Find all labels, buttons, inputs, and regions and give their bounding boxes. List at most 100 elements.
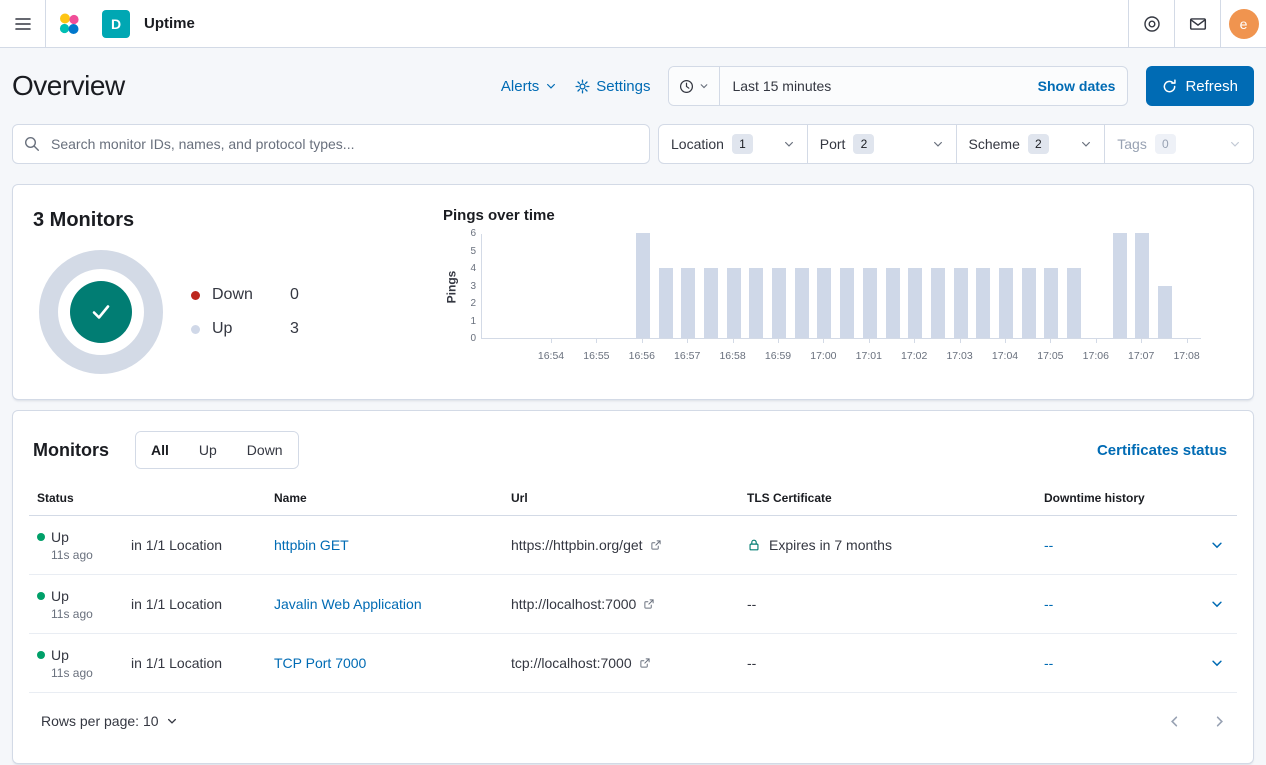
x-tick-mark — [551, 339, 552, 343]
column-downtime: Downtime history — [1036, 491, 1197, 505]
ping-bar — [1067, 268, 1081, 338]
x-tick-label: 17:03 — [940, 350, 980, 362]
status-text: Up — [51, 588, 69, 604]
downtime-text: -- — [1036, 537, 1197, 553]
ping-bar — [1044, 268, 1058, 338]
alerts-label: Alerts — [501, 78, 539, 95]
column-name: Name — [266, 491, 503, 505]
x-tick-mark — [687, 339, 688, 343]
tab-down[interactable]: Down — [232, 432, 298, 468]
x-tick-mark — [733, 339, 734, 343]
pings-chart-block: Pings over time Pings 0123456 16:5416:55… — [429, 201, 1237, 383]
settings-button[interactable]: Settings — [575, 78, 650, 95]
external-link-icon[interactable] — [639, 657, 651, 669]
show-dates-button[interactable]: Show dates — [1026, 78, 1128, 94]
user-menu-button[interactable]: e — [1220, 0, 1266, 47]
chart-y-axis: 0123456 — [459, 234, 481, 339]
x-tick-mark — [1141, 339, 1142, 343]
down-label: Down — [212, 286, 270, 304]
monitor-name-link[interactable]: TCP Port 7000 — [274, 655, 366, 671]
x-tick-mark — [642, 339, 643, 343]
status-up-dot — [37, 592, 45, 600]
expand-row-button[interactable] — [1197, 538, 1237, 552]
legend-up: Up 3 — [191, 320, 299, 338]
filter-port[interactable]: Port 2 — [808, 125, 957, 163]
quick-select-button[interactable] — [669, 67, 720, 105]
external-link-icon[interactable] — [643, 598, 655, 610]
expand-row-button[interactable] — [1197, 656, 1237, 670]
filter-location[interactable]: Location 1 — [659, 125, 808, 163]
refresh-button[interactable]: Refresh — [1146, 66, 1254, 106]
certificates-status-link[interactable]: Certificates status — [1091, 441, 1233, 460]
external-link-icon[interactable] — [650, 539, 662, 551]
monitor-url: tcp://localhost:7000 — [511, 655, 632, 671]
ping-bar — [999, 268, 1013, 338]
table-header: Status Name Url TLS Certificate Downtime… — [29, 485, 1237, 516]
tab-up[interactable]: Up — [184, 432, 232, 468]
legend-down: Down 0 — [191, 286, 299, 304]
table-footer: Rows per page: 10 — [29, 693, 1237, 749]
tls-text: -- — [747, 655, 756, 671]
ping-bar — [1135, 233, 1149, 338]
expand-row-button[interactable] — [1197, 597, 1237, 611]
down-dot — [191, 291, 200, 300]
filter-scheme[interactable]: Scheme 2 — [957, 125, 1106, 163]
column-url: Url — [503, 491, 739, 505]
x-tick-label: 17:02 — [894, 350, 934, 362]
rows-per-page-button[interactable]: Rows per page: 10 — [35, 712, 184, 730]
y-tick-label: 6 — [470, 229, 476, 239]
x-tick-mark — [1096, 339, 1097, 343]
x-tick-mark — [1187, 339, 1188, 343]
monitor-name-link[interactable]: httpbin GET — [274, 537, 349, 553]
monitor-url: https://httpbin.org/get — [511, 537, 643, 553]
all-up-check-icon — [70, 281, 132, 343]
elastic-logo-button[interactable] — [46, 0, 92, 47]
ping-bar — [1022, 268, 1036, 338]
status-legend: Down 0 Up 3 — [191, 286, 299, 338]
x-tick-label: 17:07 — [1121, 350, 1161, 362]
up-dot — [191, 325, 200, 334]
status-text: Up — [51, 529, 69, 545]
chevron-down-icon — [545, 80, 557, 92]
y-tick-label: 0 — [470, 334, 476, 344]
table-row: Up 11s ago in 1/1 Location Javalin Web A… — [29, 575, 1237, 634]
filter-tags[interactable]: Tags 0 — [1105, 125, 1253, 163]
avatar: e — [1229, 9, 1259, 39]
deployment-badge[interactable]: D — [102, 10, 130, 38]
newsfeed-button[interactable] — [1174, 0, 1220, 47]
next-page-button[interactable] — [1212, 714, 1227, 729]
x-tick-label: 17:05 — [1030, 350, 1070, 362]
ping-bar — [908, 268, 922, 338]
search-input[interactable] — [12, 124, 650, 164]
tab-all[interactable]: All — [136, 432, 184, 468]
alerts-menu-button[interactable]: Alerts — [501, 78, 557, 95]
rows-per-page-label: Rows per page: 10 — [41, 713, 159, 729]
ping-bar — [840, 268, 854, 338]
monitors-count-title: 3 Monitors — [33, 209, 429, 232]
status-ago: 11s ago — [51, 607, 131, 621]
x-tick-mark — [596, 339, 597, 343]
help-button[interactable] — [1128, 0, 1174, 47]
time-range-value[interactable]: Last 15 minutes — [720, 78, 1025, 94]
hamburger-icon — [15, 16, 31, 32]
ping-bar — [976, 268, 990, 338]
x-tick-label: 16:56 — [622, 350, 662, 362]
up-label: Up — [212, 320, 270, 338]
filter-count-badge: 1 — [732, 134, 753, 154]
page-header: Overview Alerts Settings — [12, 62, 1254, 110]
filter-label: Tags — [1117, 136, 1147, 152]
filter-label: Location — [671, 136, 724, 152]
status-ago: 11s ago — [51, 548, 131, 562]
previous-page-button[interactable] — [1167, 714, 1182, 729]
monitors-title: Monitors — [33, 440, 109, 461]
menu-button[interactable] — [0, 0, 46, 47]
y-tick-label: 1 — [470, 317, 476, 327]
y-tick-label: 5 — [470, 247, 476, 257]
monitors-panel: Monitors All Up Down Certificates status… — [12, 410, 1254, 764]
chevron-down-icon — [932, 138, 944, 150]
page-title: Overview — [12, 70, 125, 102]
filter-count-badge: 0 — [1155, 134, 1176, 154]
ping-bar — [727, 268, 741, 338]
top-bar: D Uptime e — [0, 0, 1266, 48]
monitor-name-link[interactable]: Javalin Web Application — [274, 596, 422, 612]
